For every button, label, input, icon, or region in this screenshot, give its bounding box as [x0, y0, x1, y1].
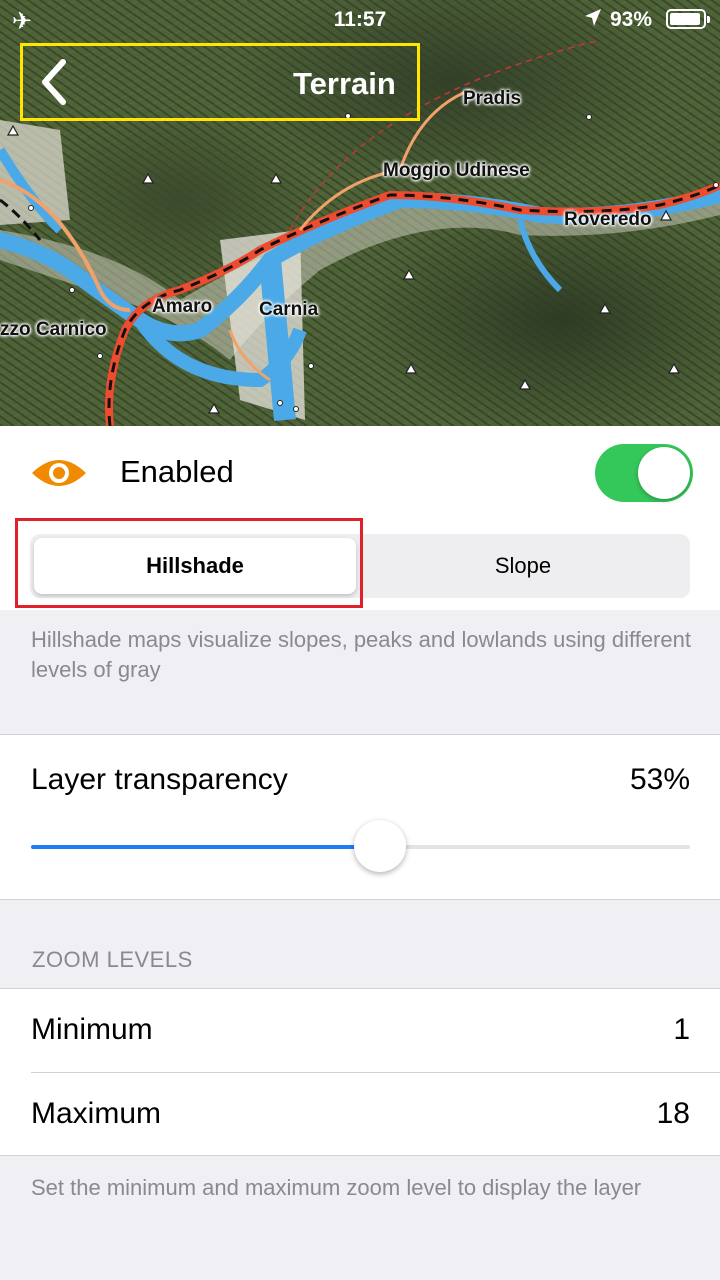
zoom-description: Set the minimum and maximum zoom level t…	[31, 1175, 642, 1200]
location-arrow-icon	[585, 9, 601, 26]
map-label-tolmezzo-carnico: zzo Carnico	[0, 319, 107, 340]
transparency-label: Layer transparency	[31, 763, 288, 796]
zoom-minimum-value[interactable]: 1	[673, 1013, 690, 1047]
transparency-slider-thumb[interactable]	[354, 820, 407, 872]
map-label-moggio-udinese: Moggio Udinese	[383, 160, 530, 181]
map-label-carnia: Carnia	[259, 299, 319, 320]
zoom-divider	[31, 1072, 720, 1073]
zoom-levels-header: ZOOM LEVELS	[32, 947, 193, 972]
transparency-slider-fill	[31, 845, 381, 849]
eye-icon	[32, 460, 86, 486]
enabled-toggle[interactable]	[595, 444, 693, 502]
toggle-knob	[638, 447, 690, 499]
hillshade-highlight-box	[15, 518, 363, 608]
transparency-section	[0, 734, 720, 900]
page-title: Terrain	[293, 66, 396, 101]
transparency-value: 53%	[629, 763, 690, 796]
chevron-left-icon[interactable]	[35, 56, 75, 108]
nav-bar-highlight: Terrain	[20, 43, 420, 121]
zoom-maximum-value[interactable]: 18	[657, 1097, 690, 1131]
mode-description: Hillshade maps visualize slopes, peaks a…	[31, 627, 691, 682]
map-label-pradis: Pradis	[463, 88, 522, 109]
battery-percent: 93%	[610, 8, 653, 31]
map-label-amaro: Amaro	[152, 296, 213, 317]
enabled-label: Enabled	[120, 454, 234, 489]
battery-icon	[666, 9, 710, 29]
map-view[interactable]: Pradis Moggio Udinese Roveredo Amaro Car…	[0, 0, 720, 426]
zoom-maximum-label: Maximum	[31, 1097, 162, 1130]
zoom-minimum-label: Minimum	[31, 1013, 153, 1046]
map-label-roveredo: Roveredo	[564, 209, 652, 230]
segment-slope[interactable]: Slope	[360, 538, 686, 594]
status-bar: ✈ 11:57 93%	[0, 0, 720, 40]
